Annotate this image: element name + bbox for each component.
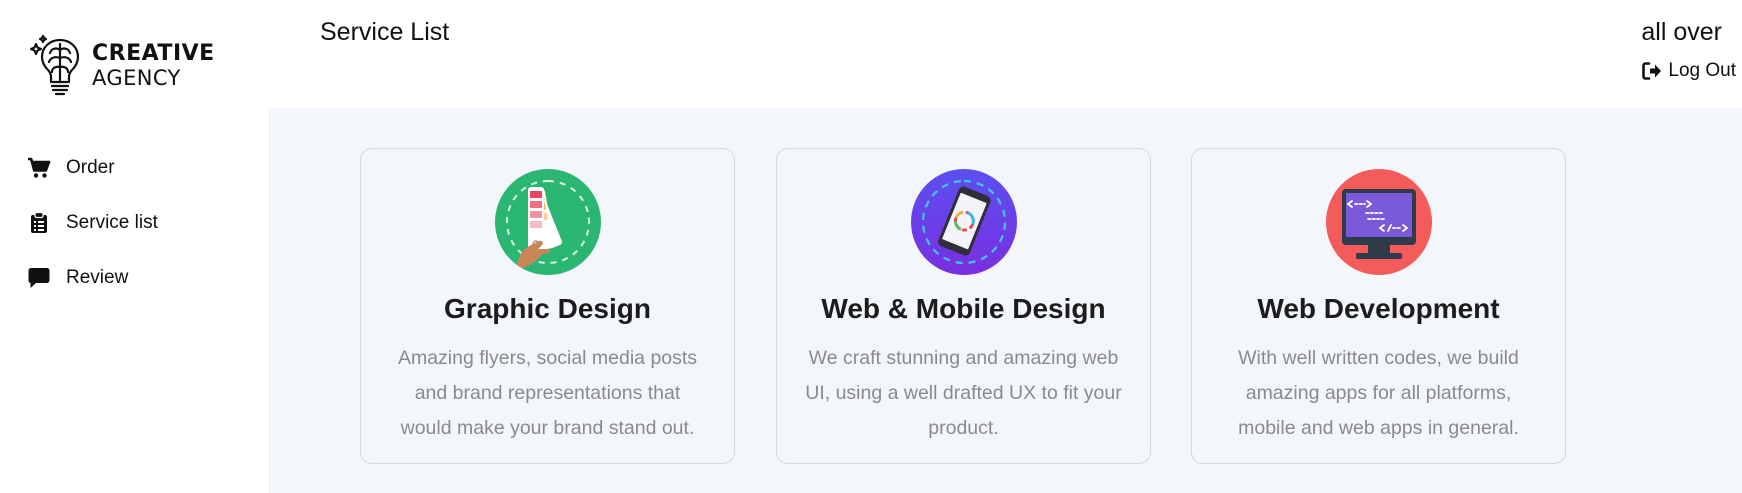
- sidebar: CREATIVE AGENCY Order Service list Revie…: [0, 0, 268, 493]
- sign-out-icon: [1642, 62, 1662, 80]
- service-description: We craft stunning and amazing web UI, us…: [805, 347, 1122, 439]
- clipboard-icon: [26, 210, 52, 236]
- brain-lightbulb-icon: [30, 34, 80, 96]
- service-card-graphic-design[interactable]: Graphic Design Amazing flyers, social me…: [360, 148, 735, 464]
- service-card-web-mobile-design[interactable]: Web & Mobile Design We craft stunning an…: [776, 148, 1151, 464]
- brand-logo[interactable]: CREATIVE AGENCY: [30, 34, 215, 98]
- service-title: Graphic Design: [444, 293, 651, 324]
- sidebar-item-label: Order: [66, 157, 115, 178]
- top-header: Service List all over Log Out: [268, 0, 1742, 108]
- sidebar-item-label: Review: [66, 267, 129, 288]
- logout-label: Log Out: [1668, 60, 1736, 81]
- sidebar-nav: Order Service list Review: [0, 148, 268, 313]
- service-title: Web Development: [1257, 293, 1500, 324]
- service-card-web-development[interactable]: Web Development With well written codes,…: [1191, 148, 1566, 464]
- app: CREATIVE AGENCY Order Service list Revie…: [0, 0, 1742, 493]
- logout-button[interactable]: Log Out: [1642, 60, 1736, 82]
- sidebar-item-label: Service list: [66, 212, 158, 233]
- page-title: Service List: [320, 18, 450, 46]
- sidebar-item-service-list[interactable]: Service list: [0, 203, 268, 243]
- service-description: With well written codes, we build amazin…: [1238, 347, 1519, 439]
- code-monitor-icon: [1325, 169, 1432, 275]
- color-palette-icon: [494, 169, 601, 275]
- message-icon: [26, 265, 52, 291]
- brand-name: CREATIVE: [92, 41, 215, 66]
- service-description: Amazing flyers, social media posts and b…: [397, 347, 698, 439]
- cart-icon: [26, 155, 52, 181]
- service-title: Web & Mobile Design: [821, 293, 1106, 324]
- brand-subtitle: AGENCY: [92, 66, 181, 90]
- service-list-panel: Graphic Design Amazing flyers, social me…: [268, 108, 1742, 493]
- sidebar-item-order[interactable]: Order: [0, 148, 268, 188]
- mobile-phone-icon: [910, 169, 1017, 275]
- sidebar-item-review[interactable]: Review: [0, 258, 268, 298]
- user-name: all over: [1641, 18, 1722, 46]
